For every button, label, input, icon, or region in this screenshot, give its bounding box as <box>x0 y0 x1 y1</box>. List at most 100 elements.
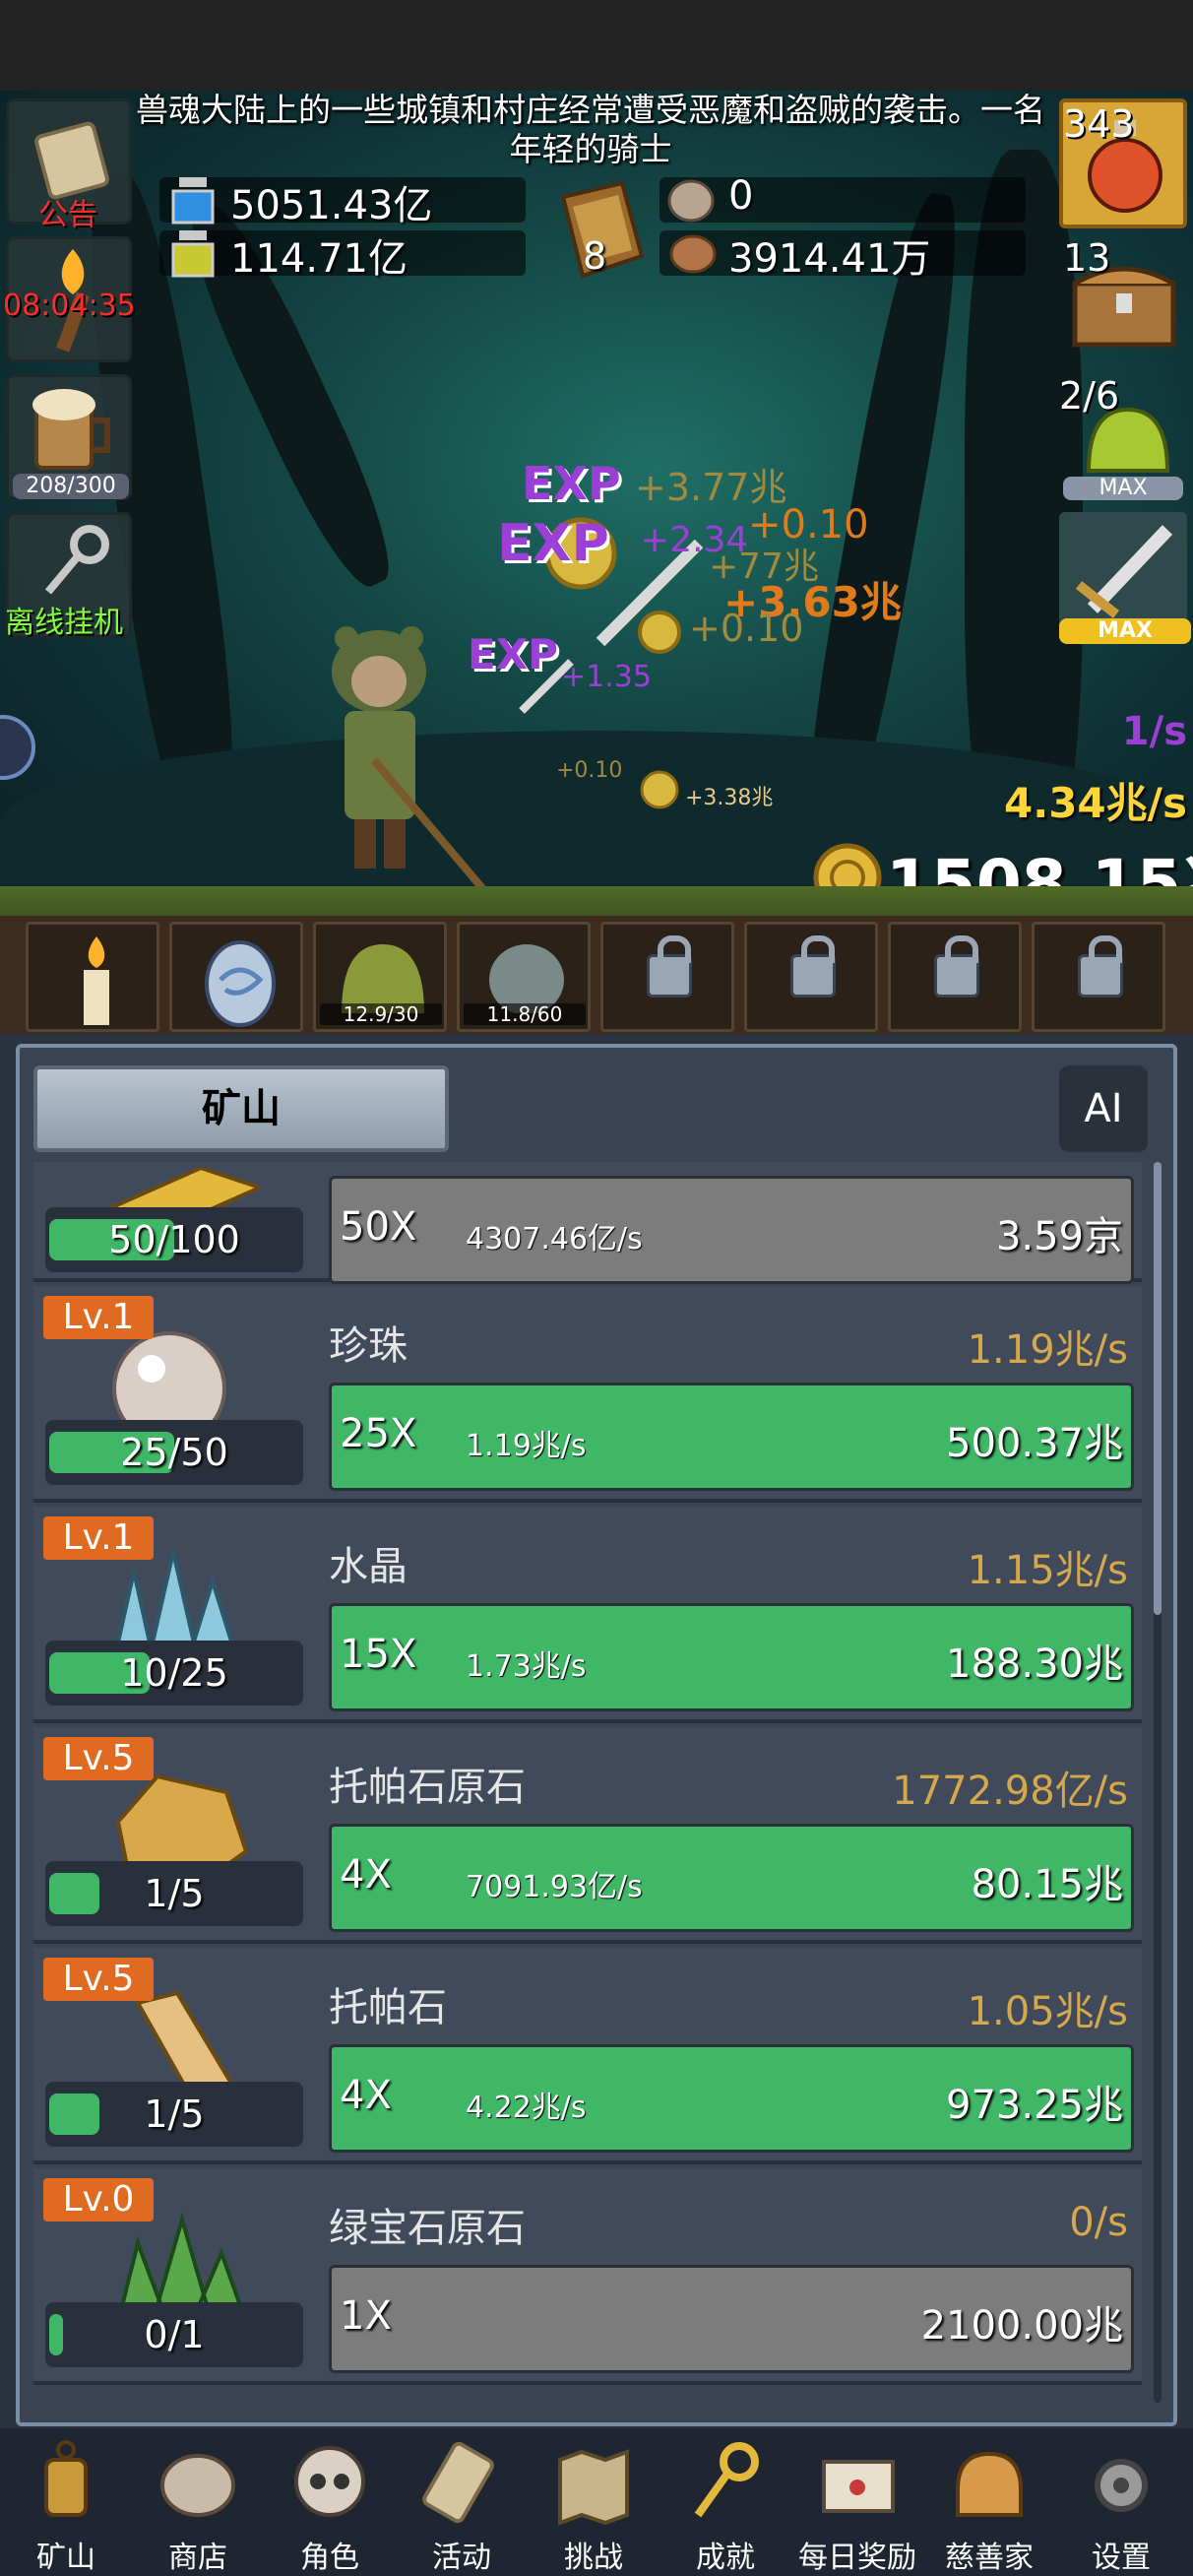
nav-label: 商店 <box>168 2541 227 2575</box>
exp-per-sec: 1/s <box>1121 709 1187 754</box>
float-gold: +0.10 <box>556 758 623 783</box>
nav-item-8[interactable]: 设置 <box>1055 2432 1187 2576</box>
buy-button[interactable]: 1X 2100.00兆 <box>329 2265 1134 2373</box>
buy-multiplier: 1X <box>340 2293 392 2339</box>
chest-button[interactable]: 13 <box>1059 236 1187 366</box>
scroll-icon <box>422 2440 501 2529</box>
coin-b-value: 3914.41万 <box>728 236 931 282</box>
mine-rate: 1.05兆/s <box>967 1989 1128 2034</box>
timer-button[interactable]: 08:04:35 <box>3 236 136 362</box>
mine-progress: 50/100 <box>45 1207 303 1272</box>
nav-item-1[interactable]: 商店 <box>132 2432 264 2576</box>
nav-label: 活动 <box>432 2541 491 2575</box>
bread-icon <box>950 2440 1029 2529</box>
beer-button[interactable]: 208/300 <box>6 374 132 500</box>
gold-per-sec: 4.34兆/s <box>1004 779 1187 827</box>
nav-label: 角色 <box>300 2541 359 2575</box>
mine-name: 托帕石 <box>329 1985 447 2030</box>
mine-row: 50/100 50X 4307.46亿/s 3.59京 <box>33 1162 1142 1284</box>
buy-button[interactable]: 15X 1.73兆/s 188.30兆 <box>329 1603 1134 1711</box>
buy-multiplier: 50X <box>340 1204 417 1250</box>
notice-label: 公告 <box>38 198 97 232</box>
lock-icon <box>790 935 836 998</box>
nav-item-6[interactable]: 每日奖励 <box>791 2432 923 2576</box>
slime-count: 2/6 <box>1059 374 1120 418</box>
slot-progress: 11.8/60 <box>464 1003 586 1025</box>
slot-locked[interactable] <box>744 922 878 1032</box>
buy-cost: 3.59京 <box>995 1214 1123 1259</box>
mine-progress-text: 10/25 <box>120 1651 228 1695</box>
slot-progress: 12.9/30 <box>320 1003 442 1025</box>
mine-row: Lv.1 10/25 水晶 1.15兆/s 15X 1.73兆/s 188.30… <box>33 1507 1142 1723</box>
meat-icon <box>669 234 717 274</box>
egg-icon <box>205 940 276 1027</box>
slot-zombie[interactable]: 11.8/60 <box>457 922 591 1032</box>
scrollbar-thumb[interactable] <box>1154 1162 1162 1615</box>
slot-candle[interactable] <box>26 922 159 1032</box>
mine-row: Lv.5 1/5 托帕石原石 1772.98亿/s 4X 7091.93亿/s … <box>33 1727 1142 1944</box>
buy-per-sec: 1.73兆/s <box>466 1649 587 1684</box>
mine-progress: 1/5 <box>45 2082 303 2147</box>
notice-button[interactable]: 公告 <box>6 98 132 232</box>
mine-name: 绿宝石原石 <box>329 2206 526 2251</box>
chest-count: 13 <box>1063 236 1111 280</box>
buy-button[interactable]: 4X 7091.93亿/s 80.15兆 <box>329 1824 1134 1932</box>
shop-stone-icon <box>158 2440 237 2529</box>
buy-per-sec: 4.22兆/s <box>466 2091 587 2125</box>
mine-rate: 1772.98亿/s <box>892 1769 1128 1814</box>
nav-item-5[interactable]: 成就 <box>659 2432 791 2576</box>
buy-button[interactable]: 4X 4.22兆/s 973.25兆 <box>329 2044 1134 2153</box>
float-exp: +1.35 <box>561 660 652 694</box>
exp-text: EXP <box>468 630 558 678</box>
mine-progress: 0/1 <box>45 2302 303 2367</box>
ai-button[interactable]: AI <box>1059 1065 1148 1152</box>
level-badge: Lv.1 <box>43 1516 154 1560</box>
buy-button[interactable]: 50X 4307.46亿/s 3.59京 <box>329 1176 1134 1284</box>
slot-locked[interactable] <box>888 922 1022 1032</box>
sword-upgrade-button[interactable]: MAX <box>1059 512 1191 644</box>
slot-slime[interactable]: 12.9/30 <box>313 922 447 1032</box>
slime-button[interactable]: 2/6 MAX <box>1059 374 1187 504</box>
blue-potion-value: 5051.43亿 <box>230 183 433 228</box>
mine-progress-text: 1/5 <box>144 2093 205 2136</box>
offline-button[interactable]: 离线挂机 <box>5 512 132 640</box>
nav-item-7[interactable]: 慈善家 <box>923 2432 1055 2576</box>
nav-label: 慈善家 <box>945 2541 1034 2575</box>
nav-item-3[interactable]: 活动 <box>396 2432 528 2576</box>
buy-per-sec: 1.19兆/s <box>466 1429 587 1463</box>
beer-count: 208/300 <box>13 474 129 499</box>
nav-label: 成就 <box>696 2541 755 2575</box>
exp-text: EXP <box>522 457 621 510</box>
nav-label: 挑战 <box>564 2541 623 2575</box>
slot-locked[interactable] <box>600 922 734 1032</box>
key-icon <box>44 525 109 595</box>
slot-locked[interactable] <box>1032 922 1165 1032</box>
timer-label: 08:04:35 <box>3 289 136 323</box>
slime-max-badge: MAX <box>1063 477 1183 500</box>
mine-progress: 1/5 <box>45 1861 303 1926</box>
sword-icon <box>1075 525 1173 618</box>
buy-multiplier: 4X <box>340 1852 392 1898</box>
nav-label: 每日奖励 <box>798 2541 916 2575</box>
zombie-companion-icon <box>489 944 564 1013</box>
buy-per-sec: 4307.46亿/s <box>466 1222 643 1256</box>
lock-icon <box>647 935 692 998</box>
lock-icon <box>934 935 979 998</box>
offline-label: 离线挂机 <box>5 606 123 640</box>
mine-row: Lv.1 25/50 珍珠 1.19兆/s 25X 1.19兆/s 500.37… <box>33 1286 1142 1503</box>
nav-item-0[interactable]: 矿山 <box>0 2432 132 2576</box>
mine-progress-text: 1/5 <box>144 1872 205 1915</box>
buy-cost: 2100.00兆 <box>920 2303 1123 2349</box>
buy-button[interactable]: 25X 1.19兆/s 500.37兆 <box>329 1383 1134 1491</box>
blue-potion-icon <box>171 177 215 225</box>
nav-item-4[interactable]: 挑战 <box>528 2432 659 2576</box>
exp-text: EXP <box>497 514 609 573</box>
map-icon <box>554 2440 633 2529</box>
potion-shop-button[interactable]: 343 <box>1059 98 1187 228</box>
tab-mine[interactable]: 矿山 <box>33 1065 449 1152</box>
nav-item-2[interactable]: 角色 <box>264 2432 396 2576</box>
slot-egg[interactable] <box>169 922 303 1032</box>
buy-cost: 80.15兆 <box>971 1862 1123 1907</box>
nav-label: 矿山 <box>36 2541 95 2575</box>
buy-cost: 973.25兆 <box>946 2083 1123 2128</box>
